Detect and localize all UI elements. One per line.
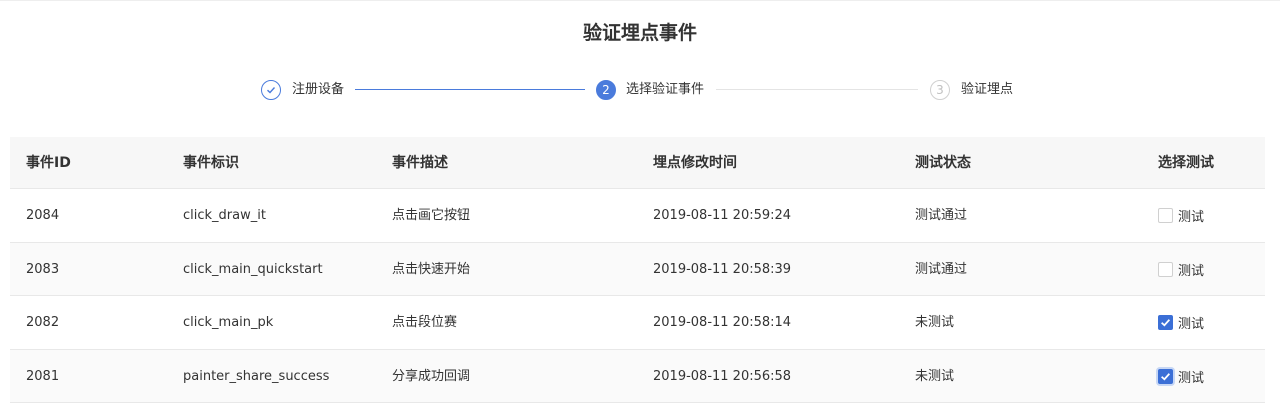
cell-status: 未测试 <box>915 315 955 330</box>
step-1-label: 注册设备 <box>292 82 345 97</box>
table-row: 2084 click_draw_it 点击画它按钮 2019-08-11 20:… <box>10 189 1265 243</box>
cell-status: 未测试 <box>915 368 955 384</box>
checkbox-box[interactable] <box>1158 208 1173 223</box>
step-2-connector <box>716 89 918 90</box>
cell-modified: 2019-08-11 20:56:58 <box>653 368 792 384</box>
cell-status: 测试通过 <box>915 261 968 277</box>
col-header-desc: 事件描述 <box>392 155 448 171</box>
cell-modified: 2019-08-11 20:58:14 <box>653 315 792 330</box>
cell-desc: 点击快速开始 <box>392 261 471 277</box>
checkbox-label[interactable]: 测试 <box>1178 367 1204 386</box>
cell-key: click_main_quickstart <box>183 261 323 277</box>
checkbox-label[interactable]: 测试 <box>1178 206 1204 225</box>
cell-desc: 点击段位赛 <box>392 315 458 330</box>
cell-desc: 分享成功回调 <box>392 368 471 384</box>
cell-id: 2084 <box>26 208 60 223</box>
test-checkbox[interactable]: 测试 <box>1158 243 1204 296</box>
table-row: 2082 click_main_pk 点击段位赛 2019-08-11 20:5… <box>10 296 1265 350</box>
step-1-check-icon <box>261 80 281 100</box>
step-2-number: 2 <box>596 80 616 100</box>
step-2-label: 选择验证事件 <box>626 82 705 97</box>
cell-key: click_main_pk <box>183 315 274 330</box>
test-checkbox[interactable]: 测试 <box>1158 189 1204 242</box>
page: 验证埋点事件 注册设备 2 选择验证事件 3 验证埋点 事件ID 事件标识 事件… <box>0 0 1280 404</box>
test-checkbox[interactable]: 测试 <box>1158 296 1204 349</box>
checkbox-box[interactable] <box>1158 261 1173 277</box>
page-title: 验证埋点事件 <box>582 22 697 44</box>
cell-id: 2082 <box>26 315 60 330</box>
table-row: 2083 click_main_quickstart 点击快速开始 2019-0… <box>10 242 1265 296</box>
table-header: 事件ID 事件标识 事件描述 埋点修改时间 测试状态 选择测试 <box>10 137 1265 189</box>
steps-progress: 注册设备 2 选择验证事件 3 验证埋点 <box>0 78 1280 102</box>
step-3-number: 3 <box>930 80 950 100</box>
events-table: 事件ID 事件标识 事件描述 埋点修改时间 测试状态 选择测试 2084 cli… <box>10 137 1265 403</box>
cell-id: 2083 <box>26 261 60 277</box>
cell-modified: 2019-08-11 20:59:24 <box>653 208 792 223</box>
step-3-label: 验证埋点 <box>961 82 1014 97</box>
test-checkbox[interactable]: 测试 <box>1158 350 1204 403</box>
col-header-key: 事件标识 <box>183 155 239 171</box>
cell-key: painter_share_success <box>183 368 330 384</box>
checkbox-label[interactable]: 测试 <box>1178 313 1204 332</box>
step-1-connector <box>355 89 585 90</box>
checkbox-checked-icon[interactable] <box>1158 315 1173 330</box>
cell-status: 测试通过 <box>915 208 968 223</box>
col-header-status: 测试状态 <box>915 155 971 171</box>
table-row: 2081 painter_share_success 分享成功回调 2019-0… <box>10 349 1265 403</box>
checkbox-checked-icon[interactable] <box>1158 368 1173 384</box>
col-header-select: 选择测试 <box>1158 155 1214 171</box>
cell-id: 2081 <box>26 368 60 384</box>
checkbox-label[interactable]: 测试 <box>1178 260 1204 279</box>
cell-modified: 2019-08-11 20:58:39 <box>653 261 792 277</box>
col-header-modified: 埋点修改时间 <box>653 155 737 171</box>
cell-key: click_draw_it <box>183 208 266 223</box>
col-header-id: 事件ID <box>26 155 71 171</box>
cell-desc: 点击画它按钮 <box>392 208 471 223</box>
top-divider <box>0 0 1280 1</box>
